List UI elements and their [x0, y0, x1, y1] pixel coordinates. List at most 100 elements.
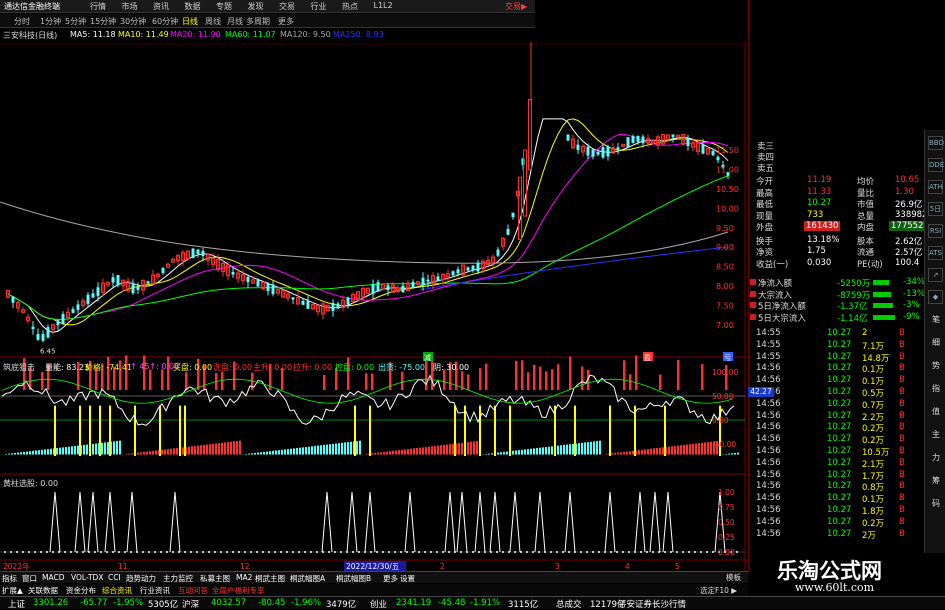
indicator-tab-0[interactable]: 指标 — [2, 573, 17, 584]
sidebar-◆-icon[interactable]: ◆ — [928, 290, 943, 304]
period-tab-4[interactable]: 30分钟 — [120, 16, 146, 27]
sidebar-↗-icon[interactable]: ↗ — [928, 268, 943, 282]
period-tab-7[interactable]: 周线 — [205, 16, 221, 27]
ind1-hist — [146, 452, 148, 455]
ind1-hist — [281, 450, 283, 455]
quote-value: 13.18% — [807, 235, 839, 245]
tick-side: B — [899, 411, 905, 421]
sidebar-button[interactable]: 指 — [929, 384, 943, 394]
tick-price: 10.27 — [827, 375, 851, 385]
sidebar-button[interactable]: 笔 — [929, 315, 943, 325]
trade-button[interactable]: 交易▶ — [505, 1, 527, 12]
ind1-hist — [329, 444, 331, 454]
tick-volume: 7.1万 — [862, 340, 884, 352]
sidebar-RSI-icon[interactable]: RSI — [928, 224, 943, 238]
period-tab-5[interactable]: 60分钟 — [152, 16, 178, 27]
indicator-tab-12[interactable]: 更多 — [383, 573, 398, 584]
sidebar-button[interactable]: 细 — [929, 338, 943, 348]
candle-down — [642, 137, 645, 144]
extension-tab-6[interactable]: 全局户福利专享 — [212, 585, 265, 596]
indicator-tab-4[interactable]: CCI — [108, 573, 121, 582]
sidebar-button[interactable]: 值 — [929, 407, 943, 417]
period-tab-3[interactable]: 15分钟 — [90, 16, 116, 27]
ind1-hist — [359, 441, 361, 455]
sidebar-button[interactable]: 势 — [929, 361, 943, 371]
ind1-hist — [398, 450, 400, 454]
mode-label[interactable]: 选定F10 ▶ — [700, 585, 737, 596]
sidebar-DDE-icon[interactable]: DDE — [928, 158, 943, 172]
period-tab-10[interactable]: 更多 — [278, 16, 294, 27]
quote-label: 内盘 — [857, 221, 874, 233]
menu-item-6[interactable]: 交易 — [279, 1, 295, 12]
indicator-tab-7[interactable]: 私募主图 — [200, 573, 230, 584]
kline-chart-area[interactable]: 11.5011.0010.5010.009.509.008.508.007.50… — [0, 42, 748, 571]
ind2-dot — [46, 551, 48, 553]
menu-item-1[interactable]: 市场 — [122, 1, 138, 12]
sidebar-button[interactable]: 筹 — [929, 476, 943, 486]
quote-label: 均价 — [857, 175, 874, 187]
extension-tab-3[interactable]: 综合资讯 — [102, 585, 132, 596]
menu-item-7[interactable]: 行业 — [311, 1, 327, 12]
quote-row: 最高11.33量比1.30 — [749, 187, 924, 198]
sidebar-BBD-icon[interactable]: BBD — [928, 136, 943, 150]
indicator-tab-9[interactable]: 桐武主图 — [255, 573, 285, 584]
indicator-tab-6[interactable]: 主力监控 — [163, 573, 193, 584]
ind2-dot — [58, 551, 60, 553]
ind2-dot — [22, 551, 24, 553]
quote-label: 现量 — [756, 210, 773, 222]
indicator-tab-5[interactable]: 趋势动力 — [126, 573, 156, 584]
period-tab-6[interactable]: 日线 — [182, 16, 198, 27]
ind1-hist — [416, 448, 418, 455]
period-tab-8[interactable]: 月线 — [227, 16, 243, 27]
quote-label: 总量 — [857, 210, 874, 222]
indicator1-item-7: 控盘: 0.00 — [335, 362, 374, 373]
menu-item-4[interactable]: 专题 — [216, 1, 232, 12]
tick-volume: 0.2万 — [862, 434, 884, 446]
ind1-bar-red — [557, 364, 560, 390]
ind1-hist — [506, 452, 508, 455]
extension-tab-4[interactable]: 行业资讯 — [140, 585, 170, 596]
template-button[interactable]: 模板 — [726, 572, 741, 583]
indicator1-item-8: 出货: -75.00 — [378, 362, 425, 373]
sidebar-5日-icon[interactable]: 5日 — [928, 202, 943, 216]
ind1-hist — [698, 443, 700, 454]
indicator-tab-10[interactable]: 桐武幅图A — [290, 573, 325, 584]
extension-tab-2[interactable]: 资金分布 — [66, 585, 96, 596]
sidebar-button[interactable]: 码 — [929, 499, 943, 509]
ind1-hist — [11, 453, 13, 454]
sidebar-ATH-icon[interactable]: ATH — [928, 180, 943, 194]
ind2-dot — [64, 551, 66, 553]
tick-price: 10.27 — [827, 411, 851, 421]
indicator-tab-1[interactable]: 窗口 — [22, 573, 37, 584]
period-tab-9[interactable]: 多周期 — [246, 16, 270, 27]
candle-down — [257, 280, 260, 286]
ind2-peak — [347, 492, 357, 552]
sidebar-button[interactable]: 主 — [929, 430, 943, 440]
menu-item-0[interactable]: 行情 — [90, 1, 106, 12]
ind1-hist — [233, 441, 235, 454]
menu-item-9[interactable]: L1L2 — [374, 1, 393, 10]
sidebar-button[interactable]: 力 — [929, 453, 943, 463]
menu-item-5[interactable]: 发现 — [248, 1, 264, 12]
indicator-tab-3[interactable]: VOL-TDX — [71, 573, 103, 582]
indicator-tab-13[interactable]: 设置 — [400, 573, 415, 584]
indicator-tab-2[interactable]: MACD — [42, 573, 64, 582]
extension-tab-0[interactable]: 扩展▲ — [2, 585, 23, 596]
ind1-hist — [209, 444, 211, 454]
menu-item-2[interactable]: 资讯 — [153, 1, 169, 12]
menu-item-3[interactable]: 数据 — [185, 1, 201, 12]
extension-tab-5[interactable]: 互动问答 — [178, 585, 208, 596]
extension-tab-1[interactable]: 关联数据 — [28, 585, 58, 596]
period-tab-2[interactable]: 5分钟 — [65, 16, 86, 27]
period-tab-0[interactable]: 分时 — [14, 16, 30, 27]
flow-icon — [750, 302, 756, 308]
indicator-tab-11[interactable]: 桐武幅图B — [336, 573, 371, 584]
ind1-hist — [380, 452, 382, 454]
ind1-hist — [44, 449, 46, 454]
watermark: 乐淘公式网 www.60lt.com — [755, 553, 945, 596]
sidebar-ATS-icon[interactable]: ATS — [928, 246, 943, 260]
indicator-tab-8[interactable]: MA2 — [236, 573, 252, 582]
menu-item-8[interactable]: 热点 — [342, 1, 358, 12]
period-tab-1[interactable]: 1分钟 — [40, 16, 61, 27]
candle-down — [497, 250, 500, 256]
